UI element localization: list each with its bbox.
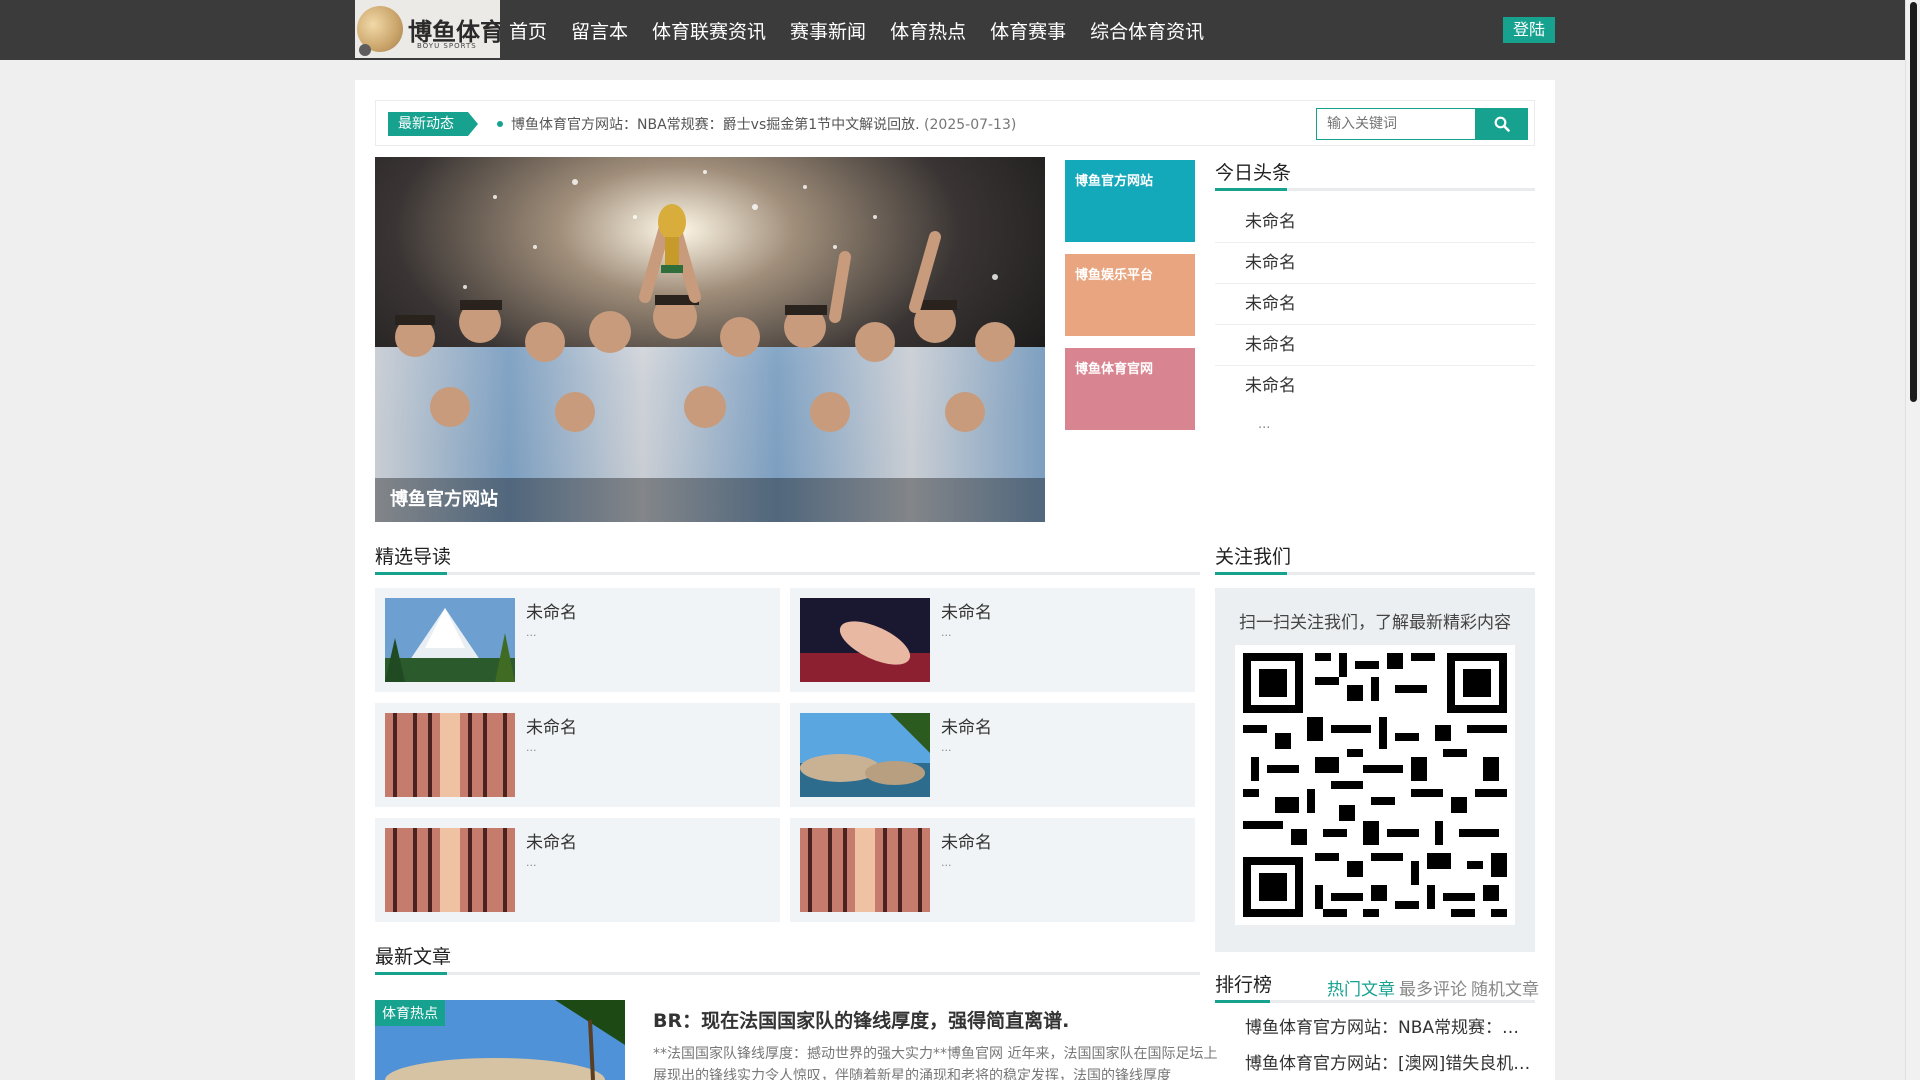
headline-item[interactable]: 未命名 (1215, 284, 1535, 325)
hero-photo (375, 157, 1045, 522)
search-button[interactable] (1476, 108, 1528, 140)
headline-item[interactable]: 未命名 (1215, 202, 1535, 243)
featured-thumb-hand (800, 598, 930, 682)
tab-random-articles[interactable]: 随机文章 (1471, 975, 1539, 1000)
headline-item[interactable]: 未命名 (1215, 366, 1535, 407)
featured-title: 精选导读 (375, 546, 452, 568)
search-icon (1494, 116, 1510, 132)
ticker-news-link[interactable]: 博鱼体育官方网站：NBA常规赛：爵士vs掘金第1节中文解说回放. (2025-0… (511, 114, 1016, 134)
featured-card-title: 未命名 (526, 833, 577, 853)
site-logo[interactable]: 博鱼体育 BOYU SPORTS (355, 0, 500, 58)
article-excerpt: **法国国家队锋线厚度：撼动世界的强大实力**博鱼官网 近年来，法国国家队在国际… (653, 1046, 1218, 1080)
follow-title: 关注我们 (1215, 546, 1292, 568)
follow-text: 扫一扫关注我们，了解最新精彩内容 (1239, 613, 1511, 633)
logo-subtitle: BOYU SPORTS (417, 42, 477, 50)
featured-card-excerpt: ... (941, 856, 952, 869)
latest-divider (375, 972, 1200, 975)
featured-card-excerpt: ... (526, 626, 537, 639)
featured-card-title: 未命名 (526, 603, 577, 623)
featured-card[interactable]: 未命名 ... (375, 703, 780, 807)
side-card-official[interactable]: 博鱼官方网站 (1065, 160, 1195, 242)
ranking-divider (1215, 1000, 1535, 1003)
headline-item[interactable]: 未命名 (1215, 325, 1535, 366)
nav-sports-events[interactable]: 体育赛事 (990, 17, 1066, 44)
login-button[interactable]: 登陆 (1503, 17, 1555, 43)
featured-card-excerpt: ... (941, 626, 952, 639)
ticker-news-text: 博鱼体育官方网站：NBA常规赛：爵士vs掘金第1节中文解说回放. (511, 117, 920, 133)
featured-card-excerpt: ... (941, 741, 952, 754)
featured-card-excerpt: ... (526, 856, 537, 869)
nav-event-news[interactable]: 赛事新闻 (790, 17, 866, 44)
follow-divider (1215, 572, 1535, 575)
nav-league-news[interactable]: 体育联赛资讯 (652, 17, 766, 44)
headlines-more: ... (1258, 417, 1271, 432)
latest-title: 最新文章 (375, 946, 452, 968)
tab-hot-articles[interactable]: 热门文章 (1327, 975, 1395, 1000)
search-input[interactable] (1316, 108, 1476, 140)
tab-most-comments[interactable]: 最多评论 (1399, 975, 1467, 1000)
ticker-news-date: (2025-07-13) (924, 117, 1017, 133)
side-card-entertainment[interactable]: 博鱼娱乐平台 (1065, 254, 1195, 336)
hero-caption[interactable]: 博鱼官方网站 (390, 485, 498, 511)
featured-thumb-rocks (800, 713, 930, 797)
featured-card[interactable]: 未命名 ... (790, 703, 1195, 807)
headlines-divider (1215, 188, 1535, 191)
featured-card-excerpt: ... (526, 741, 537, 754)
article-thumb[interactable]: 体育热点 (375, 1000, 625, 1080)
ticker-bullet-icon (497, 121, 503, 127)
featured-card[interactable]: 未命名 ... (790, 588, 1195, 692)
featured-card[interactable]: 未命名 ... (790, 818, 1195, 922)
rank-item[interactable]: 博鱼体育官方网站：NBA常规赛：爵士vs掘金第1节中文解说回放 (1245, 1013, 1535, 1038)
featured-card[interactable]: 未命名 ... (375, 588, 780, 692)
featured-thumb-forest (385, 828, 515, 912)
featured-thumb-forest (385, 713, 515, 797)
side-card-sports[interactable]: 博鱼体育官网 (1065, 348, 1195, 430)
featured-card-title: 未命名 (941, 603, 992, 623)
featured-thumb-forest (800, 828, 930, 912)
featured-card-title: 未命名 (526, 718, 577, 738)
nav-guestbook[interactable]: 留言本 (571, 17, 628, 44)
article-title[interactable]: BR：现在法国国家队的锋线厚度，强得简直离谱. (653, 1006, 1069, 1033)
nav-general-news[interactable]: 综合体育资讯 (1090, 17, 1204, 44)
headline-item[interactable]: 未命名 (1215, 243, 1535, 284)
rank-item[interactable]: 博鱼体育官方网站：[澳网]错失良机 王... (1245, 1049, 1535, 1074)
featured-divider (375, 572, 1200, 575)
main-container: 最新动态 博鱼体育官方网站：NBA常规赛：爵士vs掘金第1节中文解说回放. (2… (355, 80, 1555, 1080)
featured-thumb-mountain (385, 598, 515, 682)
hero-slide[interactable]: 博鱼官方网站 (375, 157, 1045, 522)
scrollbar-thumb[interactable] (1910, 2, 1917, 402)
top-navbar: 博鱼体育 BOYU SPORTS 首页 留言本 体育联赛资讯 赛事新闻 体育热点… (0, 0, 1920, 60)
featured-card-title: 未命名 (941, 833, 992, 853)
logo-small-ball (359, 44, 371, 56)
article-category-badge[interactable]: 体育热点 (375, 1000, 445, 1026)
ticker-tag: 最新动态 (388, 112, 478, 136)
qr-code (1235, 645, 1515, 925)
featured-card[interactable]: 未命名 ... (375, 818, 780, 922)
nav-home[interactable]: 首页 (509, 17, 547, 44)
main-nav: 首页 留言本 体育联赛资讯 赛事新闻 体育热点 体育赛事 综合体育资讯 (509, 0, 1228, 60)
featured-card-title: 未命名 (941, 718, 992, 738)
page-scrollbar[interactable] (1905, 0, 1920, 1080)
follow-box: 扫一扫关注我们，了解最新精彩内容 (1215, 588, 1535, 952)
headlines-title: 今日头条 (1215, 162, 1292, 184)
ranking-title: 排行榜 (1215, 974, 1273, 996)
nav-sports-hot[interactable]: 体育热点 (890, 17, 966, 44)
news-ticker: 最新动态 博鱼体育官方网站：NBA常规赛：爵士vs掘金第1节中文解说回放. (2… (375, 100, 1535, 146)
